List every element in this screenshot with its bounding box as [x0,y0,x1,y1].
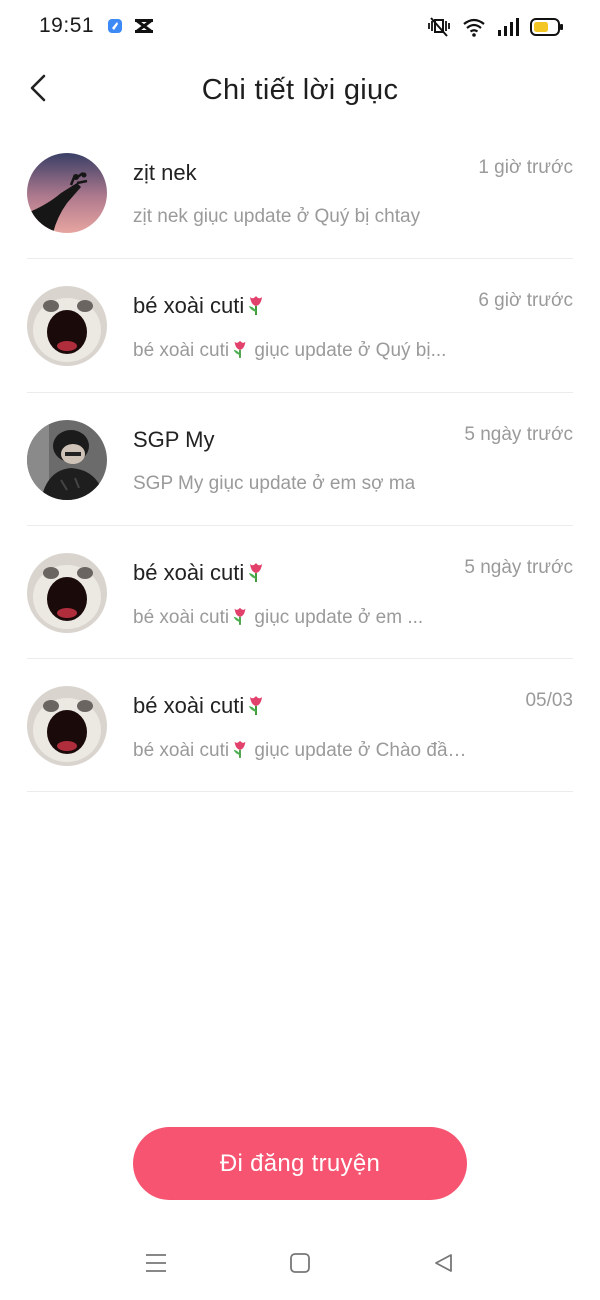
tulip-icon [231,739,249,759]
avatar [27,419,107,500]
avatar [27,552,107,633]
list-item[interactable]: bé xoài cuti 5 ngày trước bé xoài cuti g… [0,526,600,660]
home-square-icon [289,1252,311,1279]
header: Chi tiết lời giục [0,56,600,126]
item-name: bé xoài cuti [133,560,266,586]
status-right-icons [426,14,564,40]
back-triangle-icon [432,1252,454,1279]
item-time: 5 ngày trước [464,556,573,578]
tulip-icon [246,561,266,583]
signal-icon [496,17,520,37]
system-nav-bar [0,1236,600,1292]
item-time: 1 giờ trước [478,157,573,178]
home-button[interactable] [285,1250,315,1280]
page-title: Chi tiết lời giục [201,74,399,106]
item-name: SGP My [133,426,215,452]
app-notification-icon [107,18,123,34]
item-message: bé xoài cuti giục update ở Chào đầu ... [133,739,473,761]
menu-button[interactable] [141,1250,171,1280]
item-time: 5 ngày trước [464,423,573,445]
avatar [27,286,107,367]
avatar [27,686,107,767]
post-story-button[interactable]: Đi đăng truyện [133,1127,467,1200]
menu-icon [144,1252,168,1279]
wifi-icon [462,17,486,37]
status-time: 19:51 [39,14,95,37]
item-message: zịt nek giục update ở Quý bị chtay [133,206,421,227]
tulip-icon [246,294,266,316]
capcut-icon [134,18,154,34]
status-bar: 19:51 [0,0,600,54]
mute-vibrate-icon [426,16,452,38]
avatar [27,153,107,233]
item-message: SGP My giục update ở em sợ ma [133,472,416,494]
list-item[interactable]: bé xoài cuti 05/03 bé xoài cuti giục upd… [0,659,600,793]
tulip-icon [231,606,249,626]
item-time: 6 giờ trước [478,290,573,312]
tulip-icon [246,694,266,716]
list-item[interactable]: SGP My 5 ngày trước SGP My giục update ở… [0,393,600,526]
item-name: bé xoài cuti [133,693,266,719]
battery-icon [530,17,564,37]
reminder-list: zịt nek 1 giờ trước zịt nek giục update … [0,126,600,793]
item-message: bé xoài cuti giục update ở Quý bị... [133,339,447,362]
item-message: bé xoài cuti giục update ở em ... [133,606,424,628]
system-back-button[interactable] [428,1250,458,1280]
item-name: bé xoài cuti [133,293,266,319]
list-item[interactable]: zịt nek 1 giờ trước zịt nek giục update … [0,126,600,260]
item-time: 05/03 [525,690,573,712]
item-name: zịt nek [133,160,197,185]
divider [27,791,573,793]
list-item[interactable]: bé xoài cuti 6 giờ trước bé xoài cuti gi… [0,259,600,393]
tulip-icon [231,339,249,359]
